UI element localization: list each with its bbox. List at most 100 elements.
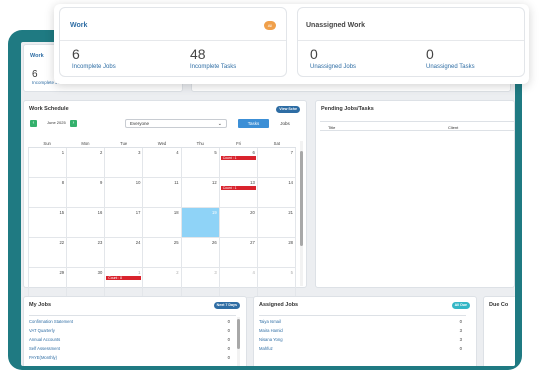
calendar-header: Sun Mon Tue Wed Thu Fri Sat <box>28 141 296 148</box>
day-number: 1 <box>61 150 65 155</box>
assignee-value: Everyone <box>130 121 150 126</box>
list-item-link[interactable]: PAYE(Monthly) <box>29 353 57 362</box>
calendar-day-cell[interactable]: 29 <box>28 268 68 297</box>
day-header: Sat <box>273 141 280 146</box>
tab-tasks[interactable]: Tasks <box>238 119 269 128</box>
calendar-day-cell[interactable]: 2 <box>143 268 182 297</box>
calendar-day-cell[interactable]: 20 <box>220 208 258 237</box>
day-number: 30 <box>97 270 103 275</box>
day-number: 3 <box>138 150 141 155</box>
calendar-day-cell[interactable]: 8 <box>28 178 68 207</box>
calendar-day-cell[interactable]: 3 <box>182 268 220 297</box>
list-item-link[interactable]: Self Assessment <box>29 344 60 353</box>
day-number: 2 <box>176 270 179 275</box>
incomplete-tasks-link[interactable]: Incomplete Tasks <box>190 64 236 70</box>
all-due-button[interactable]: All Due <box>451 302 470 309</box>
calendar-week-row: 15 16 17 18 19 20 21 <box>28 208 296 238</box>
calendar-day-cell[interactable]: 9 <box>67 178 106 207</box>
list-item-link[interactable]: Maira Hamid <box>259 326 283 335</box>
day-number: 25 <box>173 240 179 245</box>
calendar-day-cell[interactable]: 17 <box>105 208 144 237</box>
calendar-day-cell[interactable]: 19 <box>181 208 220 237</box>
incomplete-jobs-count: 6 <box>32 69 38 80</box>
calendar-day-cell[interactable]: 21 <box>258 208 296 237</box>
unassigned-tasks-link[interactable]: Unassigned Tasks <box>426 64 475 70</box>
calendar-day-cell[interactable]: 15 <box>28 208 68 237</box>
calendar-day-cell[interactable]: 7 <box>258 148 296 177</box>
incomplete-tasks-count: 48 <box>190 46 206 62</box>
day-number: 10 <box>135 180 141 185</box>
tab-jobs[interactable]: Jobs <box>275 119 295 128</box>
prev-month-button[interactable]: ‹ <box>30 120 37 127</box>
calendar-day-cell[interactable]: 13 Count : 1 <box>220 178 258 207</box>
list-item-link[interactable]: Nisana Yong <box>259 335 283 344</box>
my-jobs-title: My Jobs <box>29 302 52 308</box>
calendar-day-cell[interactable]: 28 <box>258 238 296 267</box>
day-number: 19 <box>212 210 217 215</box>
calendar-day-cell[interactable]: 23 <box>67 238 106 267</box>
calendar-day-cell[interactable]: 22 <box>28 238 68 267</box>
calendar-day-cell[interactable]: 5 <box>258 268 296 297</box>
next-month-button[interactable]: › <box>70 120 77 127</box>
calendar-day-cell[interactable]: 3 <box>105 148 144 177</box>
unassigned-summary-card: Unassigned Work 0 Unassigned Jobs 0 Unas… <box>297 7 525 77</box>
list-item-link[interactable]: VAT Quarterly <box>29 326 55 335</box>
all-badge[interactable]: All <box>264 21 276 30</box>
calendar-day-cell[interactable]: 11 <box>143 178 182 207</box>
scrollbar-thumb[interactable] <box>300 151 303 246</box>
calendar-day-cell[interactable]: 1 Count : 8 <box>105 268 144 297</box>
chevron-down-icon: ⌄ <box>217 121 222 127</box>
day-number: 9 <box>99 180 103 185</box>
calendar-day-cell[interactable]: 4 <box>143 148 182 177</box>
unassigned-jobs-link[interactable]: Unassigned Jobs <box>310 64 356 70</box>
list-item-link[interactable]: Annual Accounts <box>29 335 60 344</box>
calendar-day-cell[interactable]: 16 <box>67 208 106 237</box>
calendar-day-cell[interactable]: 30 <box>67 268 106 297</box>
calendar-day-cell[interactable]: 6 Count : 1 <box>220 148 258 177</box>
next-7-days-button[interactable]: Next 7 Days <box>213 302 240 309</box>
calendar-event[interactable]: Count : 1 <box>220 156 256 160</box>
assignee-select[interactable]: Everyone ⌄ <box>125 119 227 128</box>
calendar-day-cell[interactable]: 5 <box>182 148 220 177</box>
work-title: Work <box>30 53 44 59</box>
calendar-day-cell[interactable]: 26 <box>182 238 220 267</box>
my-jobs-scrollbar[interactable] <box>237 317 240 366</box>
calendar-week-row: 1 2 3 4 5 6 Count : 17 <box>28 148 296 178</box>
list-item-count: 3 <box>459 337 462 342</box>
list-item-count: 0 <box>227 355 230 360</box>
calendar-scrollbar[interactable] <box>300 141 303 286</box>
list-item-link[interactable]: Confirmation Statement <box>29 317 73 326</box>
assigned-jobs-title: Assigned Jobs <box>259 302 299 308</box>
scrollbar-thumb[interactable] <box>237 319 240 349</box>
list-item-link[interactable]: Mahfuz <box>259 344 273 353</box>
list-item-count: 0 <box>227 346 230 351</box>
list-item-count: 0 <box>459 319 462 324</box>
work-summary-card: Work All 6 Incomplete Jobs 48 Incomplete… <box>59 7 287 77</box>
calendar-week-row: 8 9 10 11 12 13 Count : 1 14 <box>28 178 296 208</box>
calendar-day-cell[interactable]: 25 <box>143 238 182 267</box>
calendar-day-cell[interactable]: 14 <box>258 178 296 207</box>
day-number: 4 <box>176 150 179 155</box>
calendar-day-cell[interactable]: 4 <box>220 268 258 297</box>
unassigned-jobs-count: 0 <box>310 46 318 62</box>
calendar-day-cell[interactable]: 24 <box>105 238 144 267</box>
incomplete-jobs-link[interactable]: Incomplete Jobs <box>72 64 116 70</box>
list-item-link[interactable]: Taiya Ismail <box>259 317 281 326</box>
calendar-event[interactable]: Count : 1 <box>220 186 256 190</box>
day-header: Fri <box>236 141 241 146</box>
calendar-day-cell[interactable]: 27 <box>220 238 258 267</box>
list-item-count: 0 <box>227 337 230 342</box>
calendar-event[interactable]: Count : 8 <box>106 276 142 280</box>
view-schedule-button[interactable]: View Sche <box>276 106 300 113</box>
day-number: 12 <box>212 180 217 185</box>
day-number: 2 <box>99 150 103 155</box>
divider <box>298 40 524 41</box>
calendar-body: 1 2 3 4 5 6 Count : 1 7 8 9 10 11 12 13 Count : 1 14 15 1… <box>28 148 296 298</box>
calendar-day-cell[interactable]: 1 <box>28 148 68 177</box>
calendar-day-cell[interactable]: 10 <box>105 178 144 207</box>
calendar-day-cell[interactable]: 2 <box>67 148 106 177</box>
summary-overlay: Work All 6 Incomplete Jobs 48 Incomplete… <box>54 4 529 84</box>
calendar-day-cell[interactable]: 12 <box>182 178 220 207</box>
due-title: Due Co <box>489 302 509 308</box>
calendar-day-cell[interactable]: 18 <box>143 208 182 237</box>
